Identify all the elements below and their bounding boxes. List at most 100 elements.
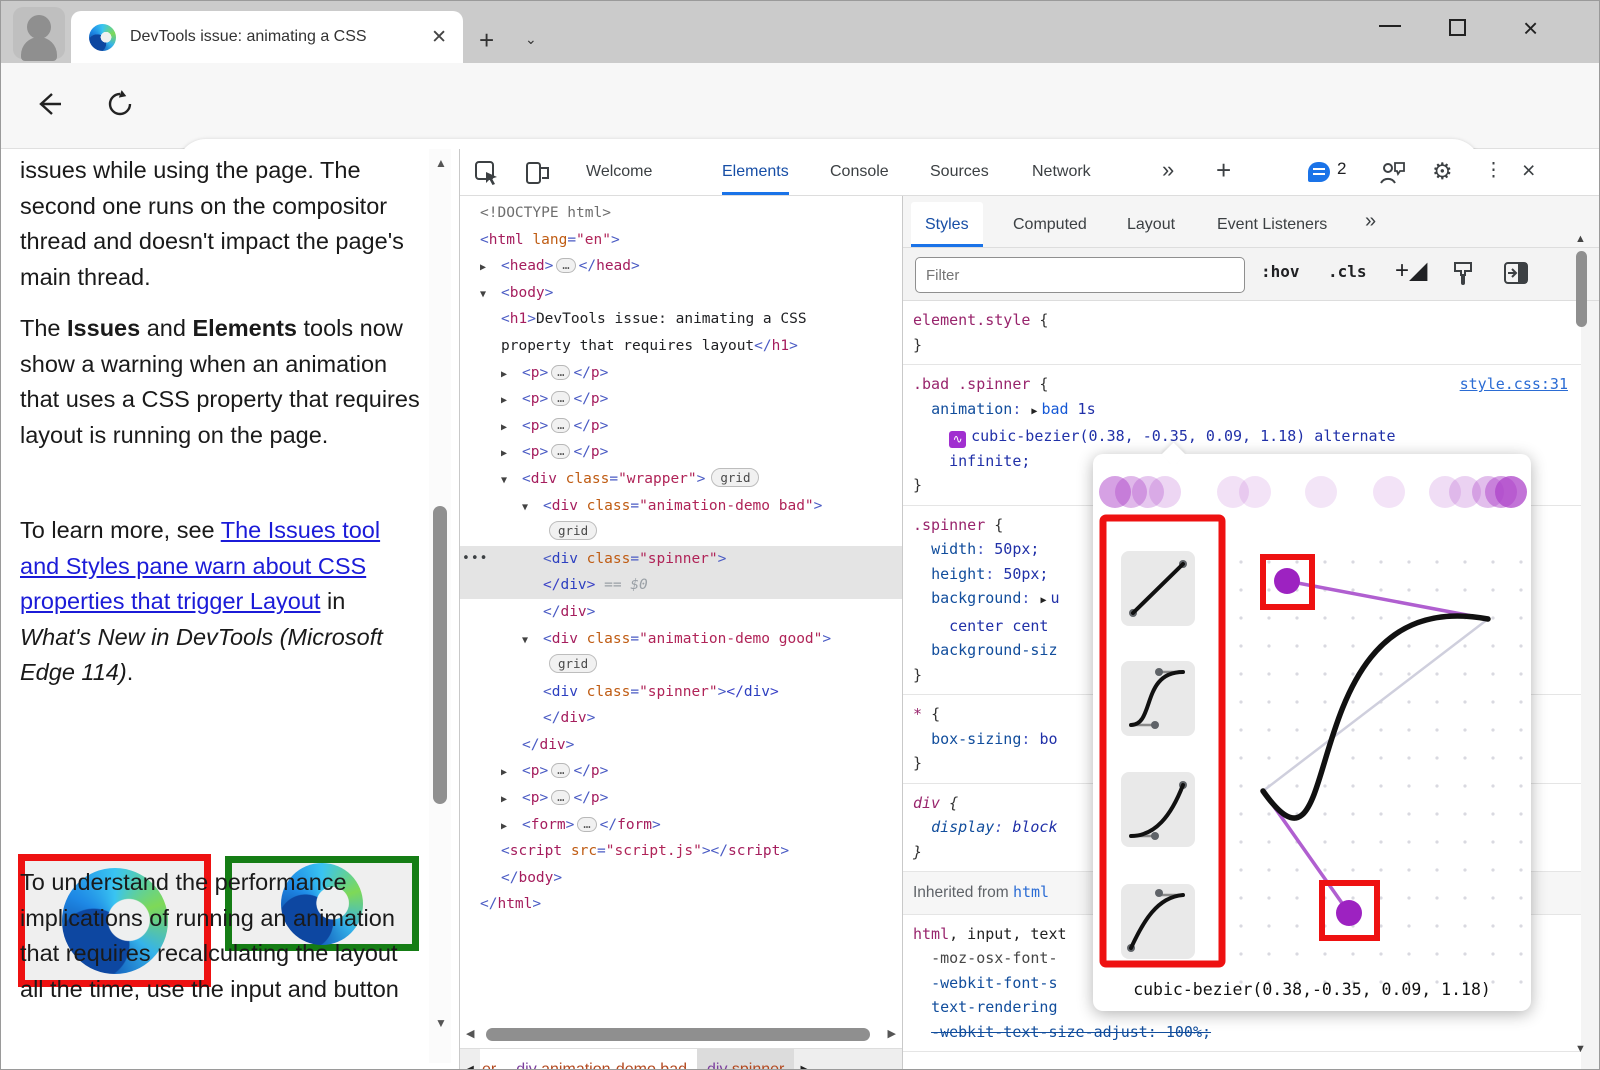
bezier-preset-ease-in[interactable] xyxy=(1121,772,1195,847)
bezier-control-point-1[interactable] xyxy=(1336,900,1362,926)
dom-row[interactable]: •••<div class="spinner"> xyxy=(460,546,902,573)
tab-computed[interactable]: Computed xyxy=(999,202,1101,247)
brush-icon[interactable] xyxy=(1451,260,1475,288)
breadcrumb-item-partial[interactable]: er xyxy=(480,1049,506,1070)
twisty-icon[interactable]: ▶ xyxy=(501,362,522,389)
tab-close-icon[interactable]: ✕ xyxy=(427,26,451,49)
dom-row[interactable]: ▼<div class="animation-demo good"> xyxy=(460,626,902,653)
scroll-left-icon[interactable]: ◀ xyxy=(466,1027,474,1040)
new-tab-button[interactable]: + xyxy=(479,25,494,56)
chat-icon[interactable] xyxy=(1308,162,1330,182)
dom-row[interactable]: <div class="spinner"></div> xyxy=(460,679,902,706)
bezier-preset-linear[interactable] xyxy=(1121,551,1195,626)
twisty-icon[interactable]: ▶ xyxy=(501,415,522,442)
style-row[interactable]: .bad .spinner {style.css:31 xyxy=(913,372,1576,397)
expand-ellipsis-button[interactable]: … xyxy=(551,391,570,406)
dom-row[interactable]: ▶<p>…</p> xyxy=(460,386,902,413)
more-sidebar-tabs-icon[interactable]: » xyxy=(1365,210,1376,233)
twisty-icon[interactable]: ▶ xyxy=(501,760,522,787)
style-row[interactable]: -webkit-text-size-adjust: 100%; xyxy=(913,1020,1576,1045)
add-tool-button[interactable]: + xyxy=(1216,155,1231,186)
dom-horizontal-scrollbar[interactable]: ◀ ▶ xyxy=(460,1024,902,1046)
bezier-preset-ease-in-out[interactable] xyxy=(1121,661,1195,736)
style-link[interactable]: html xyxy=(1013,883,1049,901)
dom-row[interactable]: ▶<form>…</form> xyxy=(460,812,902,839)
browser-tab[interactable]: DevTools issue: animating a CSS ✕ xyxy=(71,11,463,63)
scroll-right-icon[interactable]: ▶ xyxy=(888,1027,896,1040)
dom-row[interactable]: <!DOCTYPE html> xyxy=(460,200,902,227)
dom-row[interactable]: </div> xyxy=(460,599,902,626)
style-row[interactable]: element.style { xyxy=(913,308,1576,333)
scroll-down-icon[interactable]: ▼ xyxy=(435,1016,447,1030)
twisty-icon[interactable]: ▼ xyxy=(522,495,543,522)
dom-row[interactable]: <html lang="en"> xyxy=(460,227,902,254)
new-style-rule-button[interactable]: +◢ xyxy=(1395,256,1427,285)
maximize-button[interactable] xyxy=(1449,19,1466,36)
twisty-icon[interactable]: ▶ xyxy=(501,814,522,841)
profile-avatar[interactable] xyxy=(13,7,65,59)
twisty-icon[interactable]: ▼ xyxy=(522,628,543,655)
more-tabs-icon[interactable]: » xyxy=(1162,157,1174,183)
dom-row[interactable]: <h1>DevTools issue: animating a CSS xyxy=(460,306,902,333)
styles-filter-input[interactable] xyxy=(915,257,1245,293)
style-link[interactable]: bad xyxy=(1041,400,1068,418)
tab-network[interactable]: Network xyxy=(1032,149,1091,195)
refresh-button[interactable] xyxy=(105,89,135,119)
tab-console[interactable]: Console xyxy=(830,149,889,195)
dom-row[interactable]: ▼<body> xyxy=(460,280,902,307)
toggle-hov-button[interactable]: :hov xyxy=(1261,262,1300,281)
expand-ellipsis-button[interactable]: … xyxy=(551,444,570,459)
style-row[interactable]: ∿cubic-bezier(0.38, -0.35, 0.09, 1.18) a… xyxy=(913,424,1576,449)
dom-row[interactable]: </div> xyxy=(460,705,902,732)
dom-row[interactable]: property that requires layout</h1> xyxy=(460,333,902,360)
dom-row[interactable]: grid xyxy=(460,652,902,679)
dom-row[interactable]: ▼<div class="animation-demo bad"> xyxy=(460,493,902,520)
tab-layout[interactable]: Layout xyxy=(1113,202,1189,247)
twisty-icon[interactable]: ▶ xyxy=(501,388,522,415)
inspect-element-icon[interactable] xyxy=(474,160,500,186)
dom-row[interactable]: ▶<p>…</p> xyxy=(460,785,902,812)
style-row[interactable]: animation: ▶bad 1s xyxy=(913,397,1576,425)
twisty-icon[interactable]: ▶ xyxy=(501,441,522,468)
stylesheet-location-link[interactable]: style.css:31 xyxy=(1460,372,1568,397)
expand-ellipsis-button[interactable]: … xyxy=(551,365,570,380)
feedback-icon[interactable] xyxy=(1378,159,1406,186)
bezier-control-point-2[interactable] xyxy=(1274,568,1300,594)
breadcrumb-item[interactable]: div.animation-demo.bad xyxy=(506,1049,697,1070)
row-actions-icon[interactable]: ••• xyxy=(462,546,488,573)
window-close-button[interactable]: × xyxy=(1523,13,1538,44)
dom-row[interactable]: ▶<p>…</p> xyxy=(460,758,902,785)
dom-row[interactable]: ▶<p>…</p> xyxy=(460,360,902,387)
tab-event-listeners[interactable]: Event Listeners xyxy=(1203,202,1341,247)
styles-scrollbar[interactable] xyxy=(1581,301,1600,1070)
dom-row[interactable]: <script src="script.js"></script> xyxy=(460,838,902,865)
dom-row[interactable]: </div> == $0 xyxy=(460,572,902,599)
grid-badge[interactable]: grid xyxy=(549,521,597,540)
dom-row[interactable]: grid xyxy=(460,519,902,546)
h-scrollbar-thumb[interactable] xyxy=(486,1028,870,1041)
styles-scroll-up-icon[interactable]: ▲ xyxy=(1575,233,1594,245)
devtools-close-icon[interactable]: × xyxy=(1522,157,1535,184)
settings-gear-icon[interactable]: ⚙ xyxy=(1432,158,1453,185)
bezier-preset-ease-out[interactable] xyxy=(1121,884,1195,959)
breadcrumb-item[interactable]: div.spinner xyxy=(697,1049,794,1070)
tab-list-chevron-icon[interactable]: ⌄ xyxy=(525,31,537,48)
expand-ellipsis-button[interactable]: … xyxy=(551,418,570,433)
expand-ellipsis-button[interactable]: … xyxy=(556,258,575,273)
styles-scroll-down-icon[interactable]: ▼ xyxy=(1575,1043,1594,1055)
scroll-up-icon[interactable]: ▲ xyxy=(435,156,447,170)
device-emulation-icon[interactable] xyxy=(524,160,552,186)
grid-badge[interactable]: grid xyxy=(549,654,597,673)
dom-row[interactable]: </div> xyxy=(460,732,902,759)
dom-row[interactable]: ▶<head>…</head> xyxy=(460,253,902,280)
dom-row[interactable]: ▶<p>…</p> xyxy=(460,439,902,466)
open-quick-source-icon[interactable] xyxy=(1503,261,1529,285)
page-scrollbar-thumb[interactable] xyxy=(433,506,447,804)
twisty-icon[interactable]: ▼ xyxy=(480,282,501,309)
grid-badge[interactable]: grid xyxy=(711,468,759,487)
twisty-icon[interactable]: ▼ xyxy=(501,468,522,495)
twisty-icon[interactable]: ▶ xyxy=(480,255,501,282)
dom-row[interactable]: </html> xyxy=(460,891,902,918)
minimize-button[interactable] xyxy=(1379,11,1401,27)
bezier-swatch-icon[interactable]: ∿ xyxy=(949,431,966,448)
